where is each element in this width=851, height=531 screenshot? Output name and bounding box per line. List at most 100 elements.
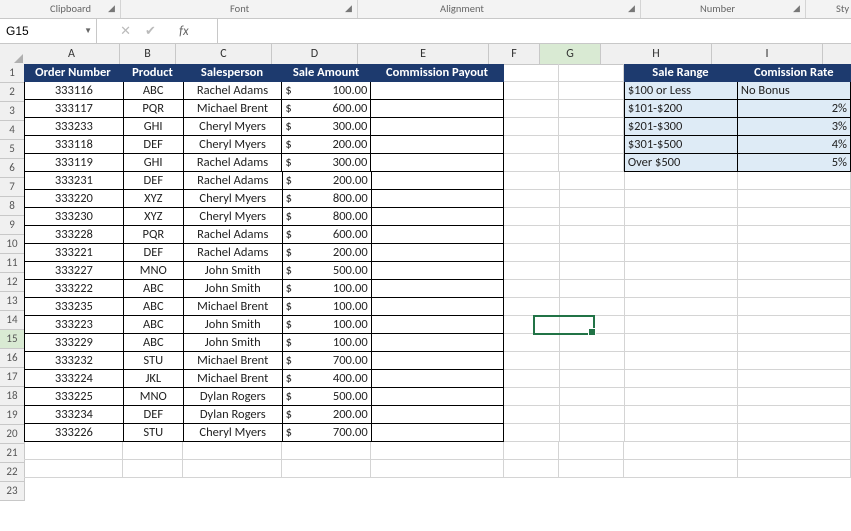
- commission-payout-cell[interactable]: [371, 154, 503, 172]
- salesperson-cell[interactable]: Rachel Adams: [184, 244, 283, 262]
- cell[interactable]: [624, 442, 737, 460]
- order-number-cell[interactable]: 333224: [24, 370, 124, 388]
- column-header-C[interactable]: C: [176, 44, 272, 64]
- column-header-D[interactable]: D: [272, 44, 358, 64]
- salesperson-cell[interactable]: Cheryl Myers: [184, 424, 283, 442]
- product-cell[interactable]: STU: [124, 424, 184, 442]
- commission-payout-cell[interactable]: [372, 388, 505, 406]
- cell[interactable]: [624, 460, 737, 478]
- header-cell[interactable]: Sale Range: [624, 64, 737, 82]
- cell[interactable]: [504, 460, 559, 478]
- cell[interactable]: [559, 136, 624, 154]
- product-cell[interactable]: GHI: [124, 118, 184, 136]
- sale-amount-cell[interactable]: $700.00: [283, 424, 372, 442]
- sale-range-cell[interactable]: $301-$500: [624, 136, 738, 154]
- cell[interactable]: [560, 388, 625, 406]
- cell[interactable]: [504, 280, 559, 298]
- row-header-3[interactable]: 3: [0, 102, 24, 121]
- cell[interactable]: [183, 460, 282, 478]
- cell[interactable]: [625, 262, 738, 280]
- commission-payout-cell[interactable]: [371, 100, 503, 118]
- sale-amount-cell[interactable]: $800.00: [283, 208, 372, 226]
- salesperson-cell[interactable]: Rachel Adams: [184, 154, 283, 172]
- product-cell[interactable]: MNO: [124, 388, 184, 406]
- salesperson-cell[interactable]: Michael Brent: [184, 100, 283, 118]
- cell[interactable]: [738, 244, 851, 262]
- cell[interactable]: [560, 208, 625, 226]
- salesperson-cell[interactable]: Dylan Rogers: [184, 406, 283, 424]
- dialog-launcher-icon[interactable]: ◢: [345, 3, 352, 14]
- cell[interactable]: [371, 442, 504, 460]
- sale-range-cell[interactable]: $101-$200: [624, 100, 738, 118]
- cell[interactable]: [559, 64, 624, 82]
- cell[interactable]: [504, 244, 559, 262]
- cell[interactable]: [504, 136, 559, 154]
- row-header-18[interactable]: 18: [0, 387, 24, 406]
- salesperson-cell[interactable]: Cheryl Myers: [184, 208, 283, 226]
- sale-amount-cell[interactable]: $800.00: [283, 190, 372, 208]
- row-header-22[interactable]: 22: [0, 463, 24, 482]
- cell[interactable]: [559, 442, 624, 460]
- header-cell[interactable]: Product: [123, 64, 183, 82]
- salesperson-cell[interactable]: Rachel Adams: [184, 172, 283, 190]
- order-number-cell[interactable]: 333235: [24, 298, 124, 316]
- row-header-5[interactable]: 5: [0, 140, 24, 159]
- sale-amount-cell[interactable]: $700.00: [283, 352, 372, 370]
- column-header-E[interactable]: E: [358, 44, 489, 64]
- product-cell[interactable]: GHI: [124, 154, 184, 172]
- row-header-1[interactable]: 1: [0, 64, 24, 83]
- row-header-21[interactable]: 21: [0, 444, 24, 463]
- cell[interactable]: [559, 82, 624, 100]
- row-header-2[interactable]: 2: [0, 83, 24, 102]
- cell[interactable]: [504, 172, 559, 190]
- sale-amount-cell[interactable]: $100.00: [283, 280, 372, 298]
- ribbon-group-number[interactable]: Number: [700, 2, 735, 15]
- cell[interactable]: [625, 424, 738, 442]
- commission-rate-cell[interactable]: 2%: [738, 100, 851, 118]
- cell[interactable]: [560, 406, 625, 424]
- cell[interactable]: [504, 190, 559, 208]
- cell[interactable]: [625, 208, 738, 226]
- salesperson-cell[interactable]: Michael Brent: [184, 370, 283, 388]
- enter-formula-icon[interactable]: ✔: [145, 24, 156, 39]
- cell[interactable]: [560, 334, 625, 352]
- cell[interactable]: [738, 280, 851, 298]
- cell[interactable]: [625, 298, 738, 316]
- order-number-cell[interactable]: 333222: [24, 280, 124, 298]
- cell[interactable]: [504, 424, 559, 442]
- order-number-cell[interactable]: 333227: [24, 262, 124, 280]
- cell[interactable]: [504, 388, 559, 406]
- header-cell[interactable]: Order Number: [24, 64, 123, 82]
- salesperson-cell[interactable]: Dylan Rogers: [184, 388, 283, 406]
- column-header-H[interactable]: H: [601, 44, 712, 64]
- cell[interactable]: [504, 118, 559, 136]
- cell[interactable]: [560, 190, 625, 208]
- ribbon-group-font[interactable]: Font: [230, 2, 249, 15]
- salesperson-cell[interactable]: Rachel Adams: [184, 82, 283, 100]
- order-number-cell[interactable]: 333116: [24, 82, 124, 100]
- order-number-cell[interactable]: 333119: [24, 154, 124, 172]
- sale-amount-cell[interactable]: $600.00: [283, 226, 372, 244]
- cell[interactable]: [738, 460, 851, 478]
- header-cell[interactable]: Salesperson: [183, 64, 282, 82]
- sale-amount-cell[interactable]: $600.00: [282, 100, 371, 118]
- commission-payout-cell[interactable]: [372, 370, 505, 388]
- cell[interactable]: [625, 388, 738, 406]
- cell[interactable]: [504, 262, 559, 280]
- cell[interactable]: [560, 316, 625, 334]
- order-number-cell[interactable]: 333223: [24, 316, 124, 334]
- commission-rate-cell[interactable]: 4%: [738, 136, 851, 154]
- sale-amount-cell[interactable]: $100.00: [283, 298, 372, 316]
- commission-payout-cell[interactable]: [372, 172, 505, 190]
- column-header-G[interactable]: G: [540, 44, 601, 64]
- commission-payout-cell[interactable]: [372, 424, 505, 442]
- cell[interactable]: [625, 190, 738, 208]
- commission-payout-cell[interactable]: [372, 280, 505, 298]
- sale-range-cell[interactable]: Over $500: [624, 154, 738, 172]
- row-header-6[interactable]: 6: [0, 159, 24, 178]
- commission-payout-cell[interactable]: [372, 298, 505, 316]
- commission-payout-cell[interactable]: [372, 244, 505, 262]
- cell[interactable]: [625, 172, 738, 190]
- sale-amount-cell[interactable]: $200.00: [282, 136, 371, 154]
- cell[interactable]: [504, 352, 559, 370]
